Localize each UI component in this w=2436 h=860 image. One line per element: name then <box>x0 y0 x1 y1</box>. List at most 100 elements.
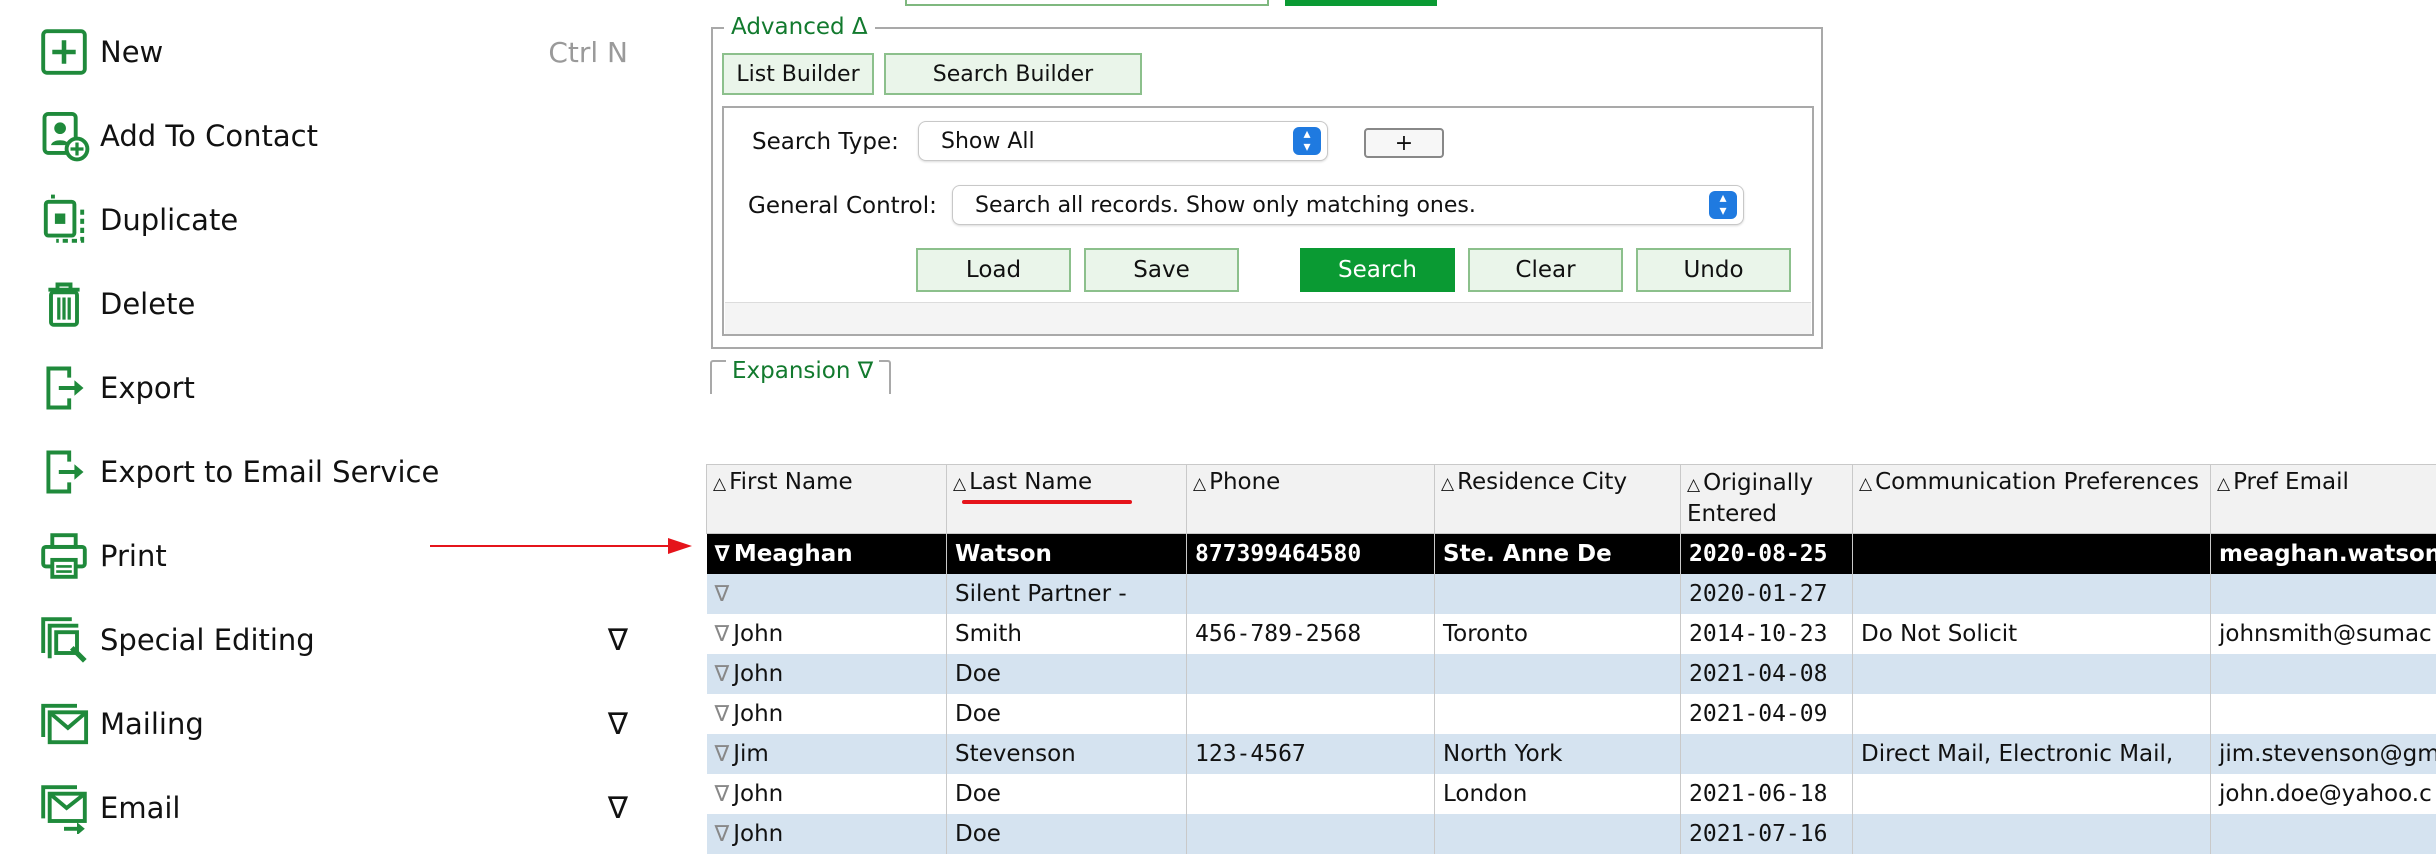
expand-triangle-icon[interactable]: ∇ <box>608 707 628 742</box>
column-header-first-name[interactable]: △ First Name <box>706 464 947 534</box>
cell-residence-city[interactable] <box>1434 694 1681 734</box>
cell-first-name[interactable]: ∇ Jim <box>706 734 947 774</box>
menu-item-delete[interactable]: Delete <box>36 274 636 334</box>
cell-first-name[interactable]: ∇ John <box>706 654 947 694</box>
cell-last-name[interactable]: Silent Partner - <box>946 574 1187 614</box>
cell-originally-entered[interactable]: 2020-08-25 <box>1680 533 1853 574</box>
cell-last-name[interactable]: Watson <box>946 533 1187 574</box>
cell-pref-email[interactable]: jim.stevenson@gm <box>2210 734 2436 774</box>
cell-communication-preferences[interactable] <box>1852 774 2211 814</box>
cell-pref-email[interactable] <box>2210 814 2436 854</box>
go-button-partial[interactable] <box>1285 0 1437 6</box>
menu-item-duplicate[interactable]: Duplicate <box>36 190 636 250</box>
cell-residence-city[interactable]: London <box>1434 774 1681 814</box>
table-row[interactable]: ∇ John Doe 2021-04-09 <box>706 694 2436 734</box>
cell-first-name[interactable]: ∇ John <box>706 814 947 854</box>
cell-pref-email[interactable]: meaghan.watson@ <box>2210 533 2436 574</box>
menu-item-new[interactable]: New Ctrl N <box>36 22 636 82</box>
cell-communication-preferences[interactable] <box>1852 694 2211 734</box>
table-row[interactable]: ∇ John Doe 2021-04-08 <box>706 654 2436 694</box>
cell-phone[interactable] <box>1186 774 1435 814</box>
search-builder-tab[interactable]: Search Builder <box>884 53 1142 95</box>
list-builder-tab[interactable]: List Builder <box>722 53 874 95</box>
menu-item-export-to-email-service[interactable]: Export to Email Service <box>36 442 636 502</box>
menu-item-mailing[interactable]: Mailing ∇ <box>36 694 636 754</box>
row-expand-icon[interactable]: ∇ <box>715 582 730 607</box>
cell-last-name[interactable]: Doe <box>946 814 1187 854</box>
row-expand-icon[interactable]: ∇ <box>715 622 730 647</box>
cell-pref-email[interactable]: johnsmith@sumac <box>2210 614 2436 654</box>
table-row[interactable]: ∇ Silent Partner - 2020-01-27 <box>706 574 2436 614</box>
cell-phone[interactable] <box>1186 654 1435 694</box>
menu-item-special-editing[interactable]: Special Editing ∇ <box>36 610 636 670</box>
cell-phone[interactable]: 456-789-2568 <box>1186 614 1435 654</box>
row-expand-icon[interactable]: ∇ <box>715 822 730 847</box>
row-expand-icon[interactable]: ∇ <box>715 662 730 687</box>
expansion-toggle[interactable]: Expansion ∇ <box>726 358 880 384</box>
column-header-residence-city[interactable]: △ Residence City <box>1434 464 1681 534</box>
save-button[interactable]: Save <box>1084 248 1239 292</box>
undo-button[interactable]: Undo <box>1636 248 1791 292</box>
column-header-phone[interactable]: △ Phone <box>1186 464 1435 534</box>
cell-originally-entered[interactable]: 2020-01-27 <box>1680 574 1853 614</box>
search-type-select[interactable]: Show All ▴ ▾ <box>918 121 1328 161</box>
expand-triangle-icon[interactable]: ∇ <box>608 623 628 658</box>
cell-communication-preferences[interactable] <box>1852 814 2211 854</box>
cell-originally-entered[interactable]: 2021-07-16 <box>1680 814 1853 854</box>
menu-item-add-to-contact[interactable]: Add To Contact <box>36 106 636 166</box>
cell-phone[interactable]: 877399464580 <box>1186 533 1435 574</box>
column-header-pref-email[interactable]: △ Pref Email <box>2210 464 2436 534</box>
cell-last-name[interactable]: Smith <box>946 614 1187 654</box>
table-row[interactable]: ∇ John Doe London 2021-06-18 john.doe@yahoo.c <box>706 774 2436 814</box>
cell-first-name[interactable]: ∇ <box>706 574 947 614</box>
cell-last-name[interactable]: Doe <box>946 654 1187 694</box>
cell-residence-city[interactable]: Ste. Anne De <box>1434 533 1681 574</box>
general-control-select[interactable]: Search all records. Show only matching o… <box>952 185 1744 225</box>
row-expand-icon[interactable]: ∇ <box>715 742 730 767</box>
menu-item-email[interactable]: Email ∇ <box>36 778 636 838</box>
cell-first-name[interactable]: ∇ Meaghan <box>706 533 947 574</box>
cell-first-name[interactable]: ∇ John <box>706 694 947 734</box>
cell-last-name[interactable]: Doe <box>946 694 1187 734</box>
cell-pref-email[interactable] <box>2210 694 2436 734</box>
cell-pref-email[interactable] <box>2210 574 2436 614</box>
cell-originally-entered[interactable]: 2021-06-18 <box>1680 774 1853 814</box>
cell-pref-email[interactable] <box>2210 654 2436 694</box>
cell-originally-entered[interactable]: 2021-04-09 <box>1680 694 1853 734</box>
cell-residence-city[interactable] <box>1434 574 1681 614</box>
cell-originally-entered[interactable]: 2014-10-23 <box>1680 614 1853 654</box>
row-expand-icon[interactable]: ∇ <box>715 782 730 807</box>
cell-phone[interactable] <box>1186 694 1435 734</box>
search-field-partial[interactable] <box>905 0 1269 6</box>
cell-pref-email[interactable]: john.doe@yahoo.c <box>2210 774 2436 814</box>
column-header-last-name[interactable]: △ Last Name <box>946 464 1187 534</box>
cell-residence-city[interactable] <box>1434 654 1681 694</box>
cell-communication-preferences[interactable]: Direct Mail, Electronic Mail, <box>1852 734 2211 774</box>
cell-residence-city[interactable] <box>1434 814 1681 854</box>
cell-first-name[interactable]: ∇ John <box>706 774 947 814</box>
table-row[interactable]: ∇ Meaghan Watson 877399464580 Ste. Anne De 20… <box>706 533 2436 574</box>
advanced-toggle[interactable]: Advanced Δ <box>724 14 875 40</box>
table-row[interactable]: ∇ John Doe 2021-07-16 <box>706 814 2436 854</box>
cell-residence-city[interactable]: Toronto <box>1434 614 1681 654</box>
column-header-communication-preferences[interactable]: △ Communication Preferences <box>1852 464 2211 534</box>
table-row[interactable]: ∇ Jim Stevenson 123-4567 North York Direct Ma… <box>706 734 2436 774</box>
row-expand-icon[interactable]: ∇ <box>715 542 730 567</box>
add-criteria-button[interactable]: + <box>1364 128 1444 158</box>
cell-phone[interactable] <box>1186 814 1435 854</box>
search-button[interactable]: Search <box>1300 248 1455 292</box>
load-button[interactable]: Load <box>916 248 1071 292</box>
cell-phone[interactable] <box>1186 574 1435 614</box>
cell-originally-entered[interactable]: 2021-04-08 <box>1680 654 1853 694</box>
clear-button[interactable]: Clear <box>1468 248 1623 292</box>
menu-item-export[interactable]: Export <box>36 358 636 418</box>
column-header-originally-entered[interactable]: △ Originally Entered <box>1680 464 1853 534</box>
cell-first-name[interactable]: ∇ John <box>706 614 947 654</box>
cell-phone[interactable]: 123-4567 <box>1186 734 1435 774</box>
row-expand-icon[interactable]: ∇ <box>715 702 730 727</box>
table-row[interactable]: ∇ John Smith 456-789-2568 Toronto 2014-10-23 D… <box>706 614 2436 654</box>
cell-originally-entered[interactable] <box>1680 734 1853 774</box>
cell-communication-preferences[interactable]: Do Not Solicit <box>1852 614 2211 654</box>
cell-last-name[interactable]: Stevenson <box>946 734 1187 774</box>
cell-communication-preferences[interactable] <box>1852 574 2211 614</box>
